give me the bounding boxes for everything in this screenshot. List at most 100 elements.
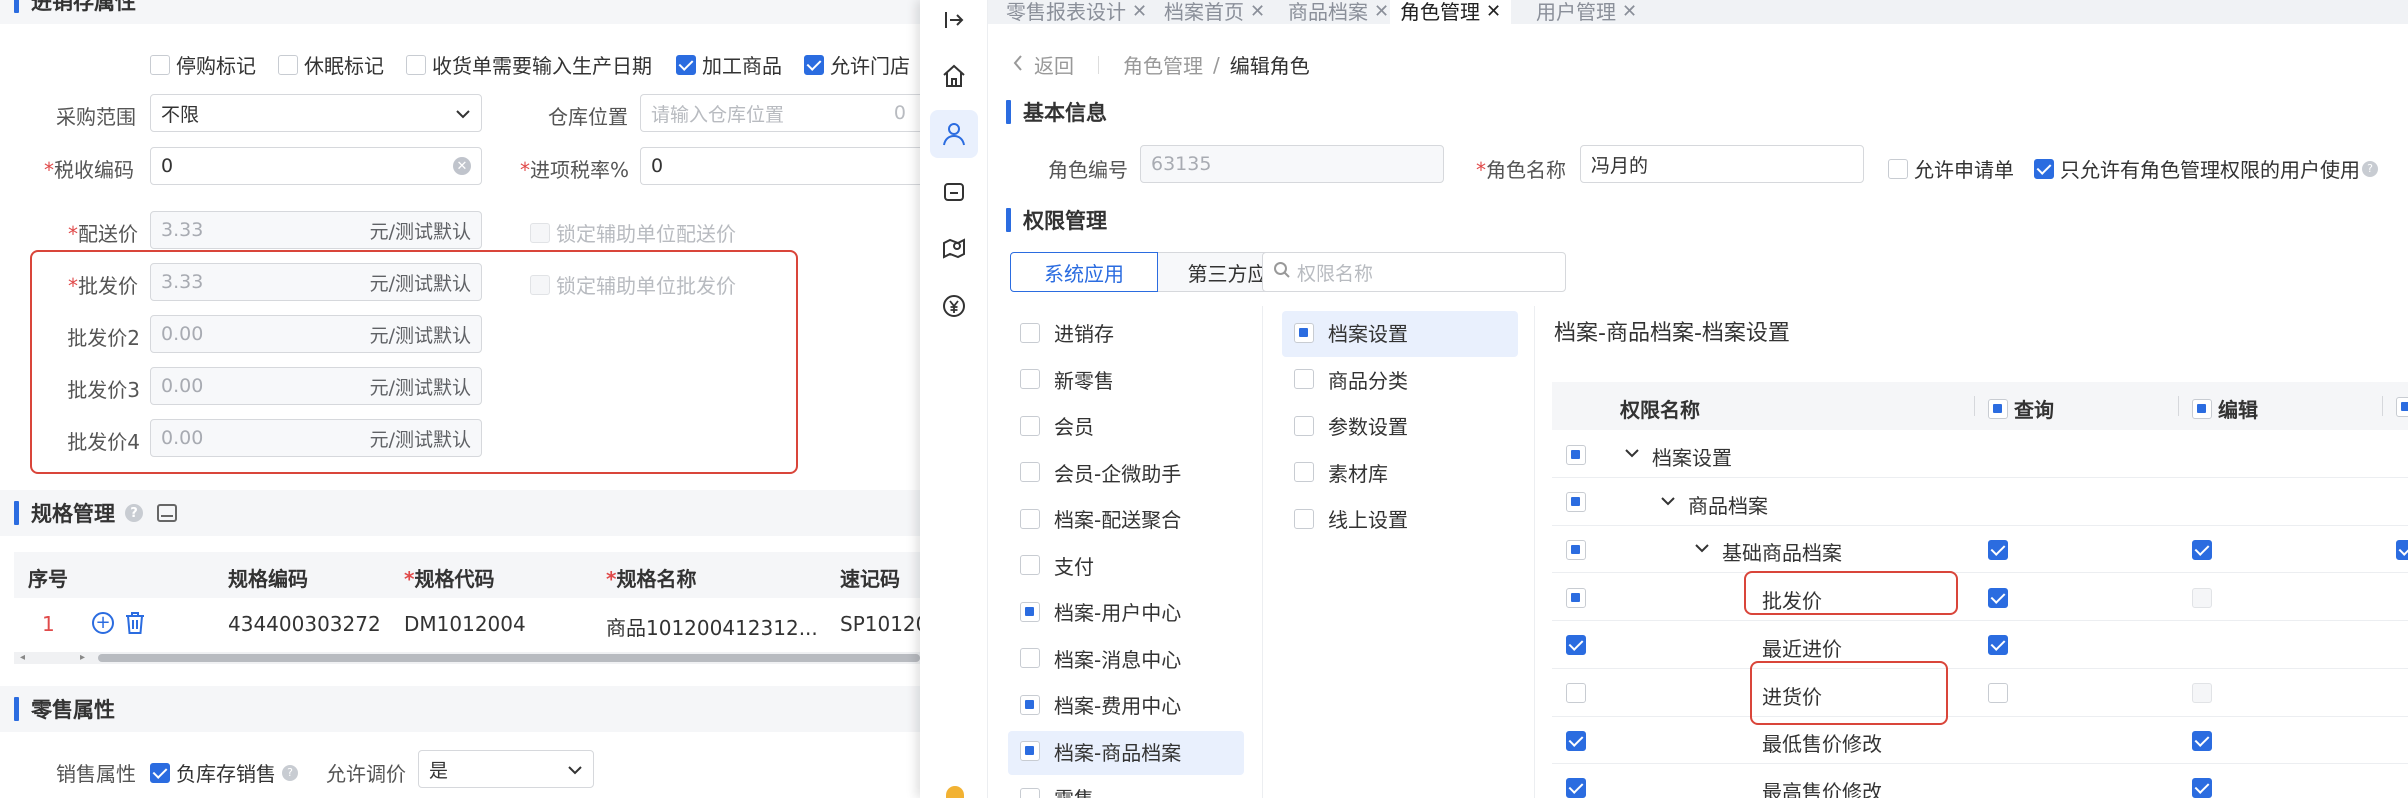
- purchase-scope-select[interactable]: 不限: [150, 94, 482, 132]
- scroll-left-icon[interactable]: ◂: [20, 652, 25, 664]
- close-icon[interactable]: ✕: [1374, 3, 1389, 21]
- add-row-icon[interactable]: +: [92, 612, 114, 634]
- submodule-item[interactable]: 档案设置: [1294, 318, 1408, 347]
- help-icon[interactable]: ?: [125, 504, 143, 522]
- flag-checkbox[interactable]: 允许门店: [804, 50, 910, 79]
- section-title: 基本信息: [1023, 101, 1107, 125]
- warehouse-input[interactable]: 请输入仓库位置 0: [640, 94, 920, 132]
- tab-1[interactable]: 档案首页 ✕: [1154, 0, 1276, 24]
- perm-row-checkbox[interactable]: [1566, 539, 1586, 560]
- role-no-input[interactable]: 63135: [1140, 145, 1444, 183]
- perm-row-checkbox[interactable]: [1566, 587, 1586, 608]
- negative-stock-checkbox[interactable]: 负库存销售 ?: [150, 758, 298, 787]
- module-item[interactable]: 新零售: [1020, 365, 1114, 394]
- trash-icon[interactable]: [124, 611, 146, 635]
- checkbox-box: [1020, 555, 1040, 575]
- back-link[interactable]: 返回: [1034, 50, 1074, 79]
- flag-checkbox[interactable]: 收货单需要输入生产日期: [406, 50, 652, 79]
- help-icon[interactable]: ?: [282, 764, 298, 781]
- close-icon[interactable]: ✕: [1132, 3, 1147, 21]
- perm-query-checkbox[interactable]: [1988, 635, 2008, 656]
- help-icon[interactable]: ?: [2362, 160, 2378, 177]
- collapse-arrow-icon[interactable]: [934, 0, 974, 40]
- breadcrumb-parent[interactable]: 角色管理: [1123, 50, 1203, 79]
- checkbox-box: [2396, 539, 2408, 560]
- perm-query-checkbox[interactable]: [1988, 587, 2008, 608]
- row-divider: [1552, 477, 2408, 478]
- flag-checkbox[interactable]: 停购标记: [150, 50, 256, 79]
- clear-icon[interactable]: ✕: [453, 157, 471, 175]
- perm-row-checkbox[interactable]: [1566, 683, 1586, 703]
- only-admin-checkbox[interactable]: 只允许有角色管理权限的用户使用 ?: [2034, 154, 2378, 183]
- close-icon[interactable]: ✕: [1250, 3, 1265, 21]
- module-item[interactable]: 档案-用户中心: [1020, 597, 1181, 626]
- perm-col-third-checkbox[interactable]: [2396, 396, 2408, 417]
- perm-row-checkbox[interactable]: [1566, 492, 1586, 513]
- perm-row-checkbox[interactable]: [1566, 730, 1586, 751]
- section-title: 规格管理: [31, 502, 115, 526]
- submodule-item[interactable]: 参数设置: [1294, 411, 1408, 440]
- module-item[interactable]: 会员-企微助手: [1020, 458, 1181, 487]
- module-item[interactable]: 档案-商品档案: [1020, 737, 1181, 766]
- tab-2[interactable]: 商品档案 ✕: [1278, 0, 1400, 24]
- checkbox-box: [2192, 683, 2212, 703]
- module-item[interactable]: 支付: [1020, 551, 1094, 580]
- perm-row-checkbox[interactable]: [1566, 444, 1586, 465]
- module-item[interactable]: 零售: [1020, 783, 1094, 798]
- perm-edit-checkbox[interactable]: [2192, 539, 2212, 560]
- close-icon[interactable]: ✕: [1486, 3, 1501, 21]
- tab-system-apps[interactable]: 系统应用: [1010, 252, 1158, 292]
- layout-icon[interactable]: [157, 504, 177, 522]
- user-icon[interactable]: [934, 114, 974, 154]
- close-icon[interactable]: ✕: [1622, 3, 1637, 21]
- allow-apply-checkbox[interactable]: 允许申请单: [1888, 154, 2014, 183]
- perm-search-input[interactable]: 权限名称: [1262, 252, 1566, 292]
- perm-edit-checkbox[interactable]: [2192, 683, 2212, 703]
- perm-edit-checkbox[interactable]: [2192, 587, 2212, 608]
- yen-icon[interactable]: [934, 286, 974, 326]
- tab-3[interactable]: 角色管理 ✕: [1390, 0, 1512, 24]
- module-item[interactable]: 档案-配送聚合: [1020, 504, 1181, 533]
- horizontal-scrollbar[interactable]: ◂ ▸: [14, 652, 920, 664]
- tab-0[interactable]: 零售报表设计 ✕: [996, 0, 1158, 24]
- module-item[interactable]: 档案-费用中心: [1020, 690, 1181, 719]
- perm-col-edit-label: 编辑: [2218, 398, 2258, 422]
- chevron-left-icon[interactable]: [1012, 53, 1024, 77]
- checkbox-box: [1566, 587, 1586, 608]
- home-icon[interactable]: [934, 56, 974, 96]
- tax-code-input[interactable]: 0 ✕: [150, 147, 482, 185]
- perm-row-checkbox[interactable]: [1566, 635, 1586, 656]
- minus-box-icon[interactable]: [934, 172, 974, 212]
- input-tax-input[interactable]: 0: [640, 147, 920, 185]
- scroll-right-icon[interactable]: ▸: [80, 652, 85, 664]
- module-item[interactable]: 进销存: [1020, 318, 1114, 347]
- perm-edit-checkbox[interactable]: [2192, 730, 2212, 751]
- tab-4[interactable]: 用户管理 ✕: [1526, 0, 1648, 24]
- submodule-item[interactable]: 素材库: [1294, 458, 1388, 487]
- perm-col-name: 权限名称: [1620, 398, 1700, 422]
- chevron-down-icon[interactable]: [1660, 492, 1676, 511]
- row-divider: [1552, 524, 2408, 526]
- perm-query-checkbox[interactable]: [1988, 683, 2008, 703]
- module-item[interactable]: 档案-消息中心: [1020, 644, 1181, 673]
- perm-col-edit[interactable]: 编辑: [2192, 394, 2258, 423]
- perm-edit-checkbox[interactable]: [2192, 778, 2212, 798]
- perm-query-checkbox[interactable]: [1988, 539, 2008, 560]
- role-name-input[interactable]: 冯月的: [1580, 145, 1864, 183]
- lock-delivery-checkbox[interactable]: 锁定辅助单位配送价: [530, 218, 736, 247]
- flag-checkbox[interactable]: 加工商品: [676, 50, 782, 79]
- price-input-0[interactable]: 3.33 元/测试默认: [150, 211, 482, 249]
- submodule-item[interactable]: 商品分类: [1294, 365, 1408, 394]
- perm-row-checkbox[interactable]: [1566, 778, 1586, 798]
- chevron-down-icon[interactable]: [1624, 444, 1640, 463]
- perm-third-checkbox[interactable]: [2396, 539, 2408, 560]
- perm-col-query[interactable]: 查询: [1988, 394, 2054, 423]
- flag-checkbox[interactable]: 休眠标记: [278, 50, 384, 79]
- allow-price-adjust-select[interactable]: 是: [418, 750, 594, 788]
- chevron-down-icon[interactable]: [1694, 539, 1710, 558]
- module-item[interactable]: 会员: [1020, 411, 1094, 440]
- submodule-item[interactable]: 线上设置: [1294, 504, 1408, 533]
- scrollbar-thumb[interactable]: [98, 654, 920, 662]
- map-pin-icon[interactable]: [934, 228, 974, 268]
- divider: [1534, 306, 1535, 798]
